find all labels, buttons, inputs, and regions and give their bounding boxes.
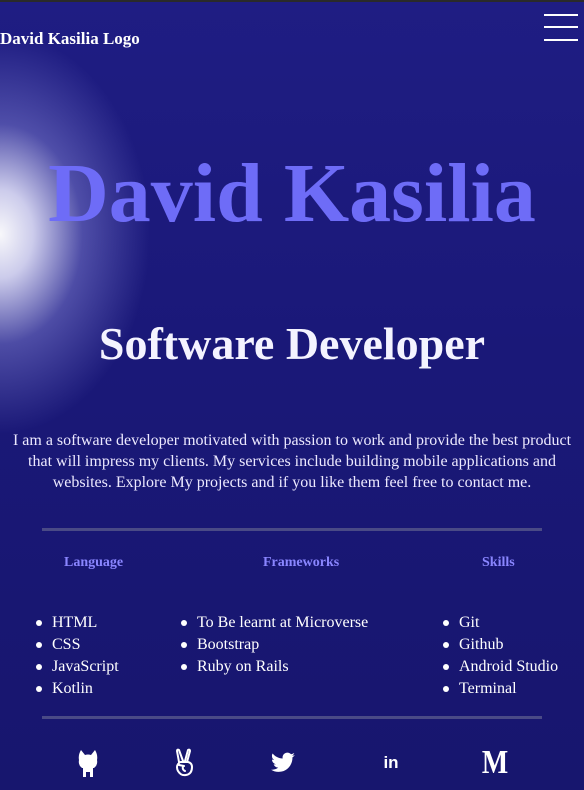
angellist-icon-shape [176, 748, 193, 777]
list-item: To Be learnt at Microverse [181, 612, 368, 634]
language-list: HTML CSS JavaScript Kotlin [36, 612, 119, 700]
angellist-icon[interactable] [170, 746, 198, 780]
list-item: CSS [36, 634, 119, 656]
menu-bar [544, 14, 578, 16]
hero-name: David Kasilia [48, 147, 536, 240]
list-item: Terminal [443, 678, 558, 700]
hero-role: Software Developer [98, 318, 486, 369]
hamburger-menu-icon[interactable] [544, 14, 578, 42]
column-heading-frameworks: Frameworks [263, 555, 340, 570]
column-heading-skills: Skills [482, 555, 515, 570]
list-item: Android Studio [443, 656, 558, 678]
list-item: JavaScript [36, 656, 119, 678]
twitter-icon-shape [271, 752, 295, 772]
medium-icon[interactable]: M [481, 746, 509, 780]
list-item: HTML [36, 612, 119, 634]
menu-bar [544, 39, 578, 41]
frameworks-list: To Be learnt at Microverse Bootstrap Rub… [181, 612, 368, 678]
list-item: Bootstrap [181, 634, 368, 656]
linkedin-icon[interactable]: in [377, 746, 405, 780]
github-icon-shape [78, 750, 98, 777]
github-icon[interactable] [74, 746, 102, 780]
list-item: Ruby on Rails [181, 656, 368, 678]
medium-label: M [481, 744, 509, 781]
intro-paragraph: I am a software developer motivated with… [12, 432, 572, 491]
divider [42, 528, 542, 531]
list-item: Git [443, 612, 558, 634]
list-item: Kotlin [36, 678, 119, 700]
twitter-icon[interactable] [269, 746, 297, 780]
skills-list: Git Github Android Studio Terminal [443, 612, 558, 700]
menu-bar [544, 26, 578, 28]
portfolio-page: David Kasilia Logo David Kasilia Softwar… [0, 0, 584, 790]
logo[interactable]: David Kasilia Logo [0, 29, 140, 49]
column-heading-language: Language [64, 555, 124, 570]
list-item: Github [443, 634, 558, 656]
linkedin-label: in [383, 753, 399, 772]
divider [42, 716, 542, 719]
